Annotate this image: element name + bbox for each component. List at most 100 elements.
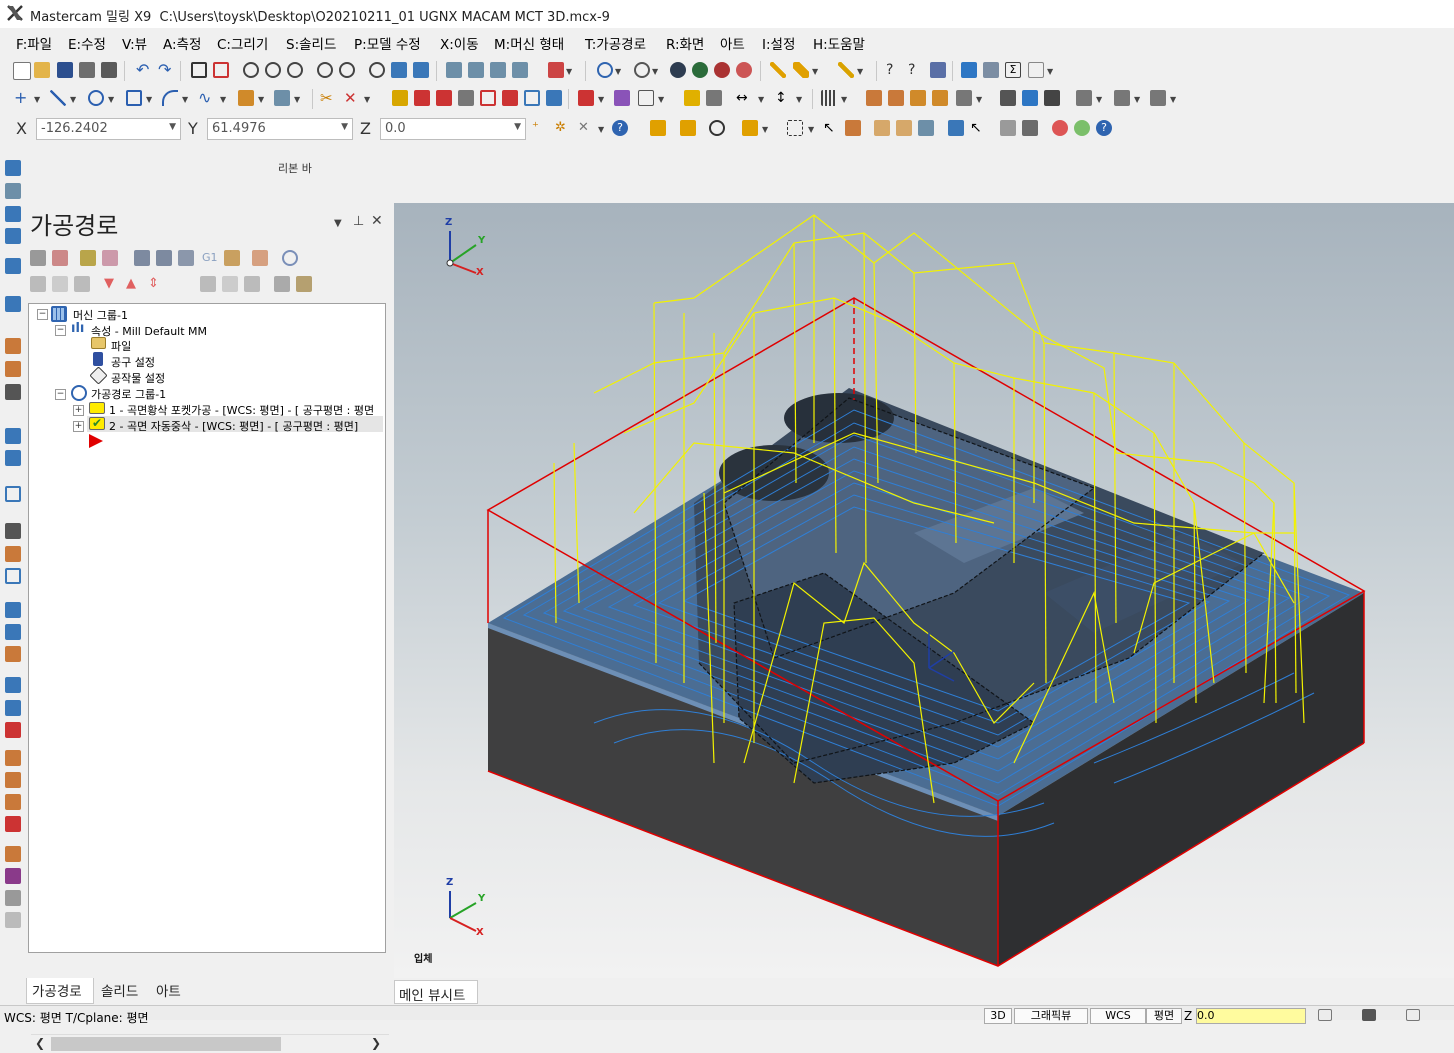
xform-stretch-icon[interactable] [546, 90, 562, 106]
status-wcs[interactable]: WCS [1090, 1008, 1146, 1024]
menu-settings[interactable]: I:설정 [762, 33, 795, 53]
redo-icon[interactable]: ↷ [158, 62, 174, 78]
expand-machine-group[interactable]: − [37, 309, 48, 320]
refresh-icon[interactable] [709, 120, 725, 136]
fillet-icon[interactable] [162, 90, 178, 106]
xform-rotate-icon[interactable] [414, 90, 430, 106]
toolpath-menu-icon[interactable] [578, 90, 594, 106]
solid-body-icon[interactable] [896, 120, 912, 136]
tree-op-2[interactable]: 2 - 곡면 자동중삭 - [WCS: 평면] - [ 공구평면 : 평면] [109, 418, 358, 434]
settings-icon[interactable] [961, 62, 977, 78]
tools-icon[interactable] [296, 276, 312, 292]
xform-offset-icon[interactable] [480, 90, 496, 106]
menu-solids[interactable]: S:솔리드 [286, 33, 336, 53]
left-tool-16-icon[interactable] [5, 602, 21, 618]
zoom-target-icon[interactable] [265, 62, 281, 78]
left-tool-13-icon[interactable] [5, 523, 21, 539]
pan-icon[interactable] [413, 62, 429, 78]
attributes-icon[interactable] [838, 62, 854, 78]
highfeed-icon[interactable] [224, 250, 240, 266]
left-tool-6-icon[interactable] [5, 296, 21, 312]
insert-arrow-marker-icon[interactable] [89, 434, 103, 448]
expand-op1[interactable]: + [73, 405, 84, 416]
panel-help-icon[interactable] [282, 250, 298, 266]
translucency-icon[interactable] [736, 62, 752, 78]
surface-icon[interactable] [274, 90, 290, 106]
close-icon[interactable]: ✕ [371, 213, 383, 229]
level-icon[interactable] [910, 90, 926, 106]
zoom-window-icon[interactable] [243, 62, 259, 78]
xform-project-icon[interactable] [502, 90, 518, 106]
layer-icon[interactable] [866, 90, 882, 106]
point-icon[interactable]: + [14, 90, 30, 106]
left-tool-22-icon[interactable] [5, 750, 21, 766]
rotate-icon[interactable] [369, 62, 385, 78]
select-failed-ops-icon[interactable] [52, 250, 68, 266]
globe-icon[interactable] [597, 62, 613, 78]
selection-filter-icon[interactable] [1000, 120, 1016, 136]
hatch-icon[interactable] [821, 90, 837, 106]
menu-toolpaths[interactable]: T:가공경로 [585, 33, 646, 53]
x-coord-input[interactable]: -126.2402 ▼ [36, 118, 181, 140]
side-view-icon[interactable] [490, 62, 506, 78]
print-icon[interactable] [79, 62, 95, 78]
tree-properties[interactable]: 속성 - Mill Default MM [91, 323, 207, 339]
auto-cursor-icon[interactable]: ✲ [555, 120, 571, 136]
left-tool-10-icon[interactable] [5, 428, 21, 444]
solid-icon[interactable] [238, 90, 254, 106]
menu-edit[interactable]: E:수정 [68, 33, 106, 53]
status-attributes-icon[interactable] [1406, 1009, 1420, 1021]
left-tool-11-icon[interactable] [5, 450, 21, 466]
line-width-icon[interactable] [793, 62, 809, 78]
left-tool-19-icon[interactable] [5, 677, 21, 693]
status-gview[interactable]: 그래픽뷰 [1014, 1008, 1088, 1024]
group-icon[interactable] [956, 90, 972, 106]
iso-view-icon[interactable] [512, 62, 528, 78]
simulate-ops-icon[interactable] [178, 250, 194, 266]
backplot-ops-icon[interactable] [134, 250, 150, 266]
unzoom-icon[interactable] [317, 62, 333, 78]
xform-array-icon[interactable] [524, 90, 540, 106]
post-g1-icon[interactable]: G1 [202, 250, 218, 266]
left-tool-9-icon[interactable] [5, 384, 21, 400]
left-tool-15-icon[interactable] [5, 568, 21, 584]
scroll-left-icon[interactable]: ❮ [35, 1036, 45, 1050]
undo-icon[interactable]: ↶ [136, 62, 152, 78]
ok-icon[interactable] [1074, 120, 1090, 136]
backplot-icon[interactable] [1150, 90, 1166, 106]
select-all-icon[interactable] [650, 120, 666, 136]
new-file-icon[interactable] [13, 62, 31, 80]
delete-ops-icon[interactable] [252, 250, 268, 266]
tab-solids[interactable]: 솔리드 [101, 980, 138, 1000]
menu-model-prep[interactable]: P:모델 수정 [354, 33, 421, 53]
plane-icon[interactable] [638, 90, 654, 106]
z-coord-input[interactable]: 0.0 ▼ [380, 118, 526, 140]
verify-select-icon[interactable] [948, 120, 964, 136]
zoom-out-icon[interactable] [339, 62, 355, 78]
leader-icon[interactable] [706, 90, 722, 106]
left-tool-26-icon[interactable] [5, 846, 21, 862]
left-tool-29-icon[interactable] [5, 912, 21, 928]
expand-op2[interactable]: + [73, 421, 84, 432]
window-select-icon[interactable] [787, 120, 803, 136]
left-tool-1-icon[interactable] [5, 160, 21, 176]
tree-tool-settings[interactable]: 공구 설정 [111, 354, 155, 370]
left-tool-8-icon[interactable] [5, 361, 21, 377]
wireframe-icon[interactable] [1000, 90, 1016, 106]
tree-toolpath-group[interactable]: 가공경로 그룹-1 [91, 386, 166, 402]
solid-select-icon[interactable] [845, 120, 861, 136]
tree-horizontal-scrollbar[interactable]: ❮ ❯ [31, 1034, 389, 1053]
dimension-horizontal-icon[interactable]: ↔ [736, 90, 752, 106]
regenerate-selected-icon[interactable] [80, 250, 96, 266]
lock-icon[interactable] [30, 276, 46, 292]
rectangle-icon[interactable] [126, 90, 142, 106]
status-level-icon[interactable] [1318, 1009, 1332, 1021]
line-style-icon[interactable] [770, 62, 786, 78]
xform-translate-icon[interactable] [392, 90, 408, 106]
scroll-right-icon[interactable]: ❯ [371, 1036, 381, 1050]
left-tool-28-icon[interactable] [5, 890, 21, 906]
circle-icon[interactable] [88, 90, 104, 106]
tab-toolpaths[interactable]: 가공경로 [32, 980, 82, 1000]
select-all-ops-icon[interactable] [30, 250, 46, 266]
layout-icon[interactable] [1028, 62, 1044, 78]
